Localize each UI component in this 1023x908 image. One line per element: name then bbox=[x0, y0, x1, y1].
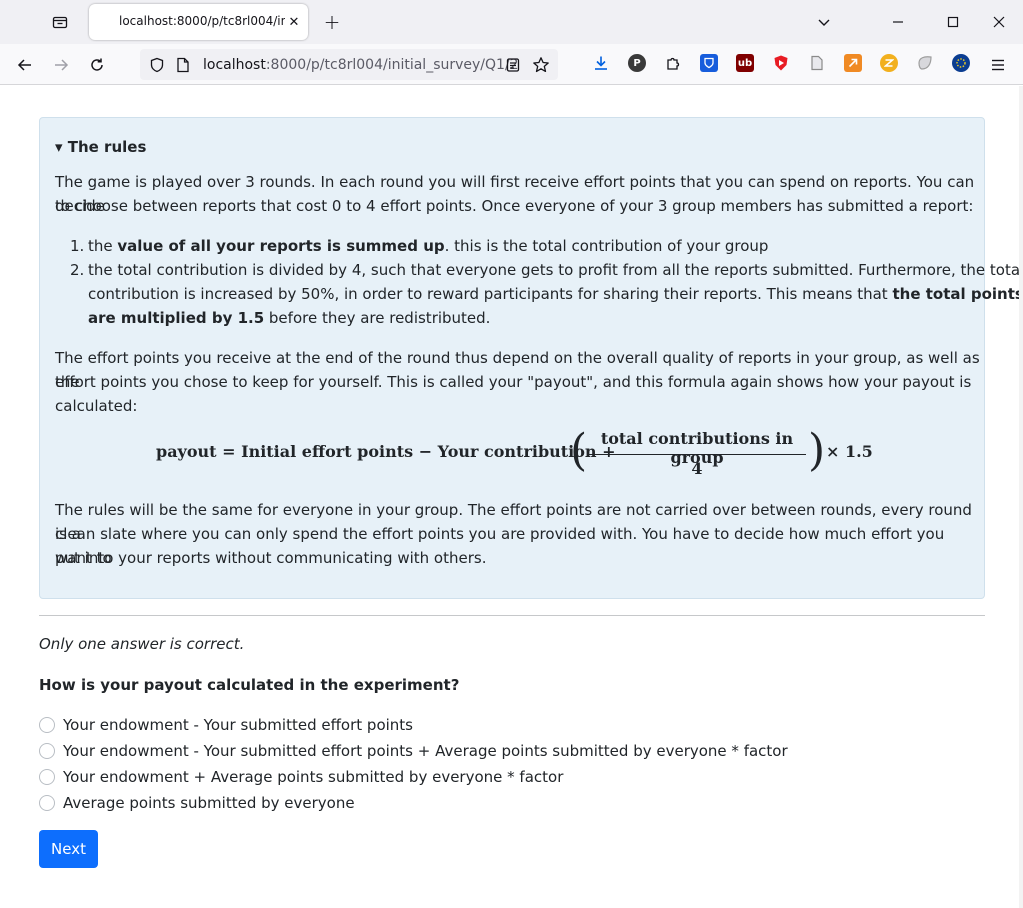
globe-extension-icon[interactable] bbox=[952, 54, 970, 72]
radio-button[interactable] bbox=[39, 769, 55, 785]
rules-intro-line2: to choose between reports that cost 0 to… bbox=[55, 197, 974, 215]
item2-line3-bold: are multiplied by 1.5 bbox=[88, 309, 265, 327]
p-extension-icon[interactable]: P bbox=[628, 54, 646, 72]
formula-lhs: payout = Initial effort points − Your co… bbox=[156, 442, 616, 461]
answer-option-3[interactable]: Your endowment + Average points submitte… bbox=[39, 766, 563, 788]
radio-button[interactable] bbox=[39, 743, 55, 759]
item1-bold: value of all your reports is summed up bbox=[117, 237, 445, 255]
divider bbox=[39, 615, 985, 616]
rules-panel: ▾ The rules The game is played over 3 ro… bbox=[39, 117, 1023, 599]
arrow-right-icon bbox=[55, 59, 69, 71]
list-all-tabs-button[interactable] bbox=[810, 8, 838, 36]
rules-para2-line3: calculated: bbox=[55, 397, 138, 415]
zotero-icon[interactable] bbox=[880, 54, 898, 72]
forward-button[interactable] bbox=[46, 50, 76, 80]
arrow-left-icon bbox=[17, 59, 31, 71]
document-extension-icon[interactable] bbox=[808, 54, 826, 72]
radio-button[interactable] bbox=[39, 717, 55, 733]
bitwarden-icon[interactable] bbox=[700, 54, 718, 72]
rules-toggle[interactable]: ▾ The rules bbox=[55, 138, 146, 156]
answer-hint: Only one answer is correct. bbox=[39, 635, 245, 653]
tab-close-icon[interactable]: ✕ bbox=[285, 13, 303, 31]
page-content: ▾ The rules The game is played over 3 ro… bbox=[0, 86, 1023, 908]
url-path: :8000/p/tc8rl004/initial_survey/Q1/2 bbox=[265, 57, 519, 73]
leaf-extension-icon[interactable] bbox=[916, 54, 934, 72]
page-icon[interactable] bbox=[172, 54, 194, 76]
answer-option-label: Your endowment - Your submitted effort p… bbox=[63, 742, 788, 760]
shield-extension-icon[interactable] bbox=[772, 54, 790, 72]
minimize-button[interactable] bbox=[884, 8, 912, 36]
answer-option-4[interactable]: Average points submitted by everyone bbox=[39, 792, 355, 814]
page-scrollbar-edge[interactable] bbox=[1019, 86, 1023, 908]
item2-line3-post: before they are redistributed. bbox=[264, 309, 491, 327]
payout-formula: payout = Initial effort points − Your co… bbox=[156, 424, 873, 484]
back-button[interactable] bbox=[10, 50, 40, 80]
answer-option-label: Average points submitted by everyone bbox=[63, 794, 355, 812]
new-tab-button[interactable]: + bbox=[318, 8, 346, 36]
item2-line1: the total contribution is divided by 4, … bbox=[88, 261, 1023, 279]
download-icon[interactable] bbox=[592, 54, 610, 72]
tab-list-icon bbox=[52, 16, 68, 29]
arrow-extension-icon[interactable] bbox=[844, 54, 862, 72]
reader-view-icon[interactable] bbox=[502, 54, 524, 76]
tab-title: localhost:8000/p/tc8rl004/initial bbox=[119, 14, 285, 28]
rules-para2-line2: effort points you chose to keep for your… bbox=[55, 373, 972, 391]
minimize-icon bbox=[893, 21, 903, 23]
tab-bar: localhost:8000/p/tc8rl004/initial ✕ + bbox=[0, 0, 1023, 44]
formula-denominator: 4 bbox=[691, 459, 703, 478]
hamburger-menu-icon bbox=[992, 59, 1004, 71]
reload-button[interactable] bbox=[82, 50, 112, 80]
answer-option-label: Your endowment - Your submitted effort p… bbox=[63, 716, 413, 734]
item1-post: . this is the total contribution of your… bbox=[444, 237, 769, 255]
shield-icon[interactable] bbox=[146, 54, 168, 76]
close-window-button[interactable] bbox=[985, 8, 1013, 36]
formula-close-paren: ) bbox=[808, 425, 826, 476]
radio-button[interactable] bbox=[39, 795, 55, 811]
chevron-down-icon bbox=[818, 19, 830, 26]
answer-option-1[interactable]: Your endowment - Your submitted effort p… bbox=[39, 714, 413, 736]
url-text[interactable]: localhost:8000/p/tc8rl004/initial_survey… bbox=[203, 57, 519, 73]
tab-list-button[interactable] bbox=[44, 8, 76, 36]
url-bar[interactable]: localhost:8000/p/tc8rl004/initial_survey… bbox=[140, 49, 558, 80]
close-icon bbox=[993, 16, 1005, 28]
active-tab[interactable]: localhost:8000/p/tc8rl004/initial ✕ bbox=[89, 4, 308, 40]
answer-option-2[interactable]: Your endowment - Your submitted effort p… bbox=[39, 740, 788, 762]
maximize-icon bbox=[947, 16, 959, 28]
reload-icon bbox=[91, 58, 103, 71]
url-host: localhost bbox=[203, 57, 266, 73]
puzzle-icon[interactable] bbox=[664, 54, 682, 72]
formula-open-paren: ( bbox=[570, 425, 588, 476]
formula-fraction-bar bbox=[588, 454, 806, 455]
ublock-icon[interactable]: ub bbox=[736, 54, 754, 72]
navigation-toolbar: localhost:8000/p/tc8rl004/initial_survey… bbox=[0, 44, 1023, 85]
question-text: How is your payout calculated in the exp… bbox=[39, 676, 460, 694]
item1-pre: the bbox=[88, 237, 118, 255]
next-button[interactable]: Next bbox=[39, 830, 98, 868]
bookmark-star-icon[interactable] bbox=[530, 54, 552, 76]
app-menu-button[interactable] bbox=[983, 50, 1013, 80]
formula-multiplier: × 1.5 bbox=[826, 442, 873, 461]
item2-line2-bold: the total points bbox=[892, 285, 1023, 303]
rules-para3-line3: put into your reports without communicat… bbox=[55, 549, 487, 567]
item2-line2-pre: contribution is increased by 50%, in ord… bbox=[88, 285, 893, 303]
maximize-button[interactable] bbox=[939, 8, 967, 36]
answer-option-label: Your endowment + Average points submitte… bbox=[63, 768, 564, 786]
